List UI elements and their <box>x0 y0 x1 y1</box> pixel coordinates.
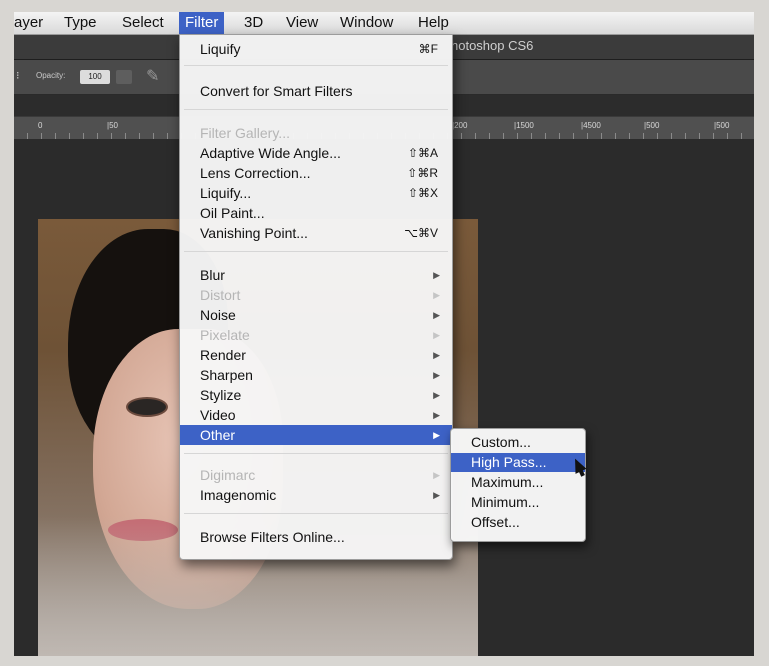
menu-item-label: Vanishing Point... <box>200 225 308 241</box>
menu-item-label: Pixelate <box>200 327 250 343</box>
menu-separator <box>184 251 448 252</box>
menu-item-blur[interactable]: Blur ▶ <box>180 265 452 285</box>
menu-item-label: Stylize <box>200 387 242 403</box>
menu-item-digimarc: Digimarc ▶ <box>180 465 452 485</box>
menu-item-label: Liquify <box>200 41 241 57</box>
menu-item-label: Other <box>200 427 236 443</box>
ruler-tick: |200 <box>452 121 468 130</box>
submenu-item-label: Minimum... <box>471 494 540 510</box>
options-arrow-icon[interactable]: ⁝ <box>16 69 20 82</box>
ruler-tick: |500 <box>714 121 730 130</box>
menu-separator <box>184 109 448 110</box>
other-submenu: Custom... High Pass... Maximum... Minimu… <box>450 428 586 542</box>
menu-item-label: Imagenomic <box>200 487 277 503</box>
menu-item-label: Browse Filters Online... <box>200 529 345 545</box>
menu-item-shortcut: ⇧⌘R <box>407 166 438 180</box>
menu-item-liquify[interactable]: Liquify... ⇧⌘X <box>180 183 452 203</box>
menu-item-imagenomic[interactable]: Imagenomic ▶ <box>180 485 452 505</box>
submenu-item-label: Offset... <box>471 514 520 530</box>
menu-item-lens-correction[interactable]: Lens Correction... ⇧⌘R <box>180 163 452 183</box>
screen: ayer Type Select Filter 3D View Window H… <box>14 12 754 656</box>
menu-item-shortcut: ⌘F <box>418 42 438 56</box>
submenu-arrow-icon: ▶ <box>433 350 440 360</box>
submenu-item-maximum[interactable]: Maximum... <box>451 473 585 492</box>
menu-item-label: Blur <box>200 267 225 283</box>
menu-item-vanishing-point[interactable]: Vanishing Point... ⌥⌘V <box>180 223 452 243</box>
submenu-arrow-icon: ▶ <box>433 410 440 420</box>
submenu-item-minimum[interactable]: Minimum... <box>451 493 585 512</box>
menu-item-other[interactable]: Other ▶ <box>180 425 452 445</box>
menu-item-shortcut: ⇧⌘X <box>407 186 438 200</box>
menu-item-label: Video <box>200 407 236 423</box>
menu-item-label: Sharpen <box>200 367 253 383</box>
submenu-item-label: Custom... <box>471 434 531 450</box>
brush-icon[interactable]: ✎ <box>146 66 159 86</box>
menu-select[interactable]: Select <box>116 12 170 34</box>
menu-3d[interactable]: 3D <box>238 12 269 34</box>
ruler-tick: |1500 <box>514 121 534 130</box>
submenu-arrow-icon: ▶ <box>433 370 440 380</box>
ruler-tick: |500 <box>644 121 660 130</box>
menu-filter[interactable]: Filter <box>179 12 225 34</box>
menu-item-label: Oil Paint... <box>200 205 265 221</box>
menu-item-last-filter[interactable]: Liquify ⌘F <box>180 39 452 59</box>
menu-item-stylize[interactable]: Stylize ▶ <box>180 385 452 405</box>
menu-item-adaptive-wide-angle[interactable]: Adaptive Wide Angle... ⇧⌘A <box>180 143 452 163</box>
submenu-item-offset[interactable]: Offset... <box>451 513 585 532</box>
menu-layer[interactable]: ayer <box>14 12 49 34</box>
menu-bar: ayer Type Select Filter 3D View Window H… <box>14 12 754 35</box>
menu-item-convert-smart-filters[interactable]: Convert for Smart Filters <box>180 81 452 101</box>
menu-item-filter-gallery: Filter Gallery... <box>180 123 452 143</box>
ruler-tick: |4500 <box>581 121 601 130</box>
menu-item-label: Filter Gallery... <box>200 125 290 141</box>
opacity-label: Opacity: <box>36 71 66 80</box>
menu-item-pixelate: Pixelate ▶ <box>180 325 452 345</box>
submenu-item-label: Maximum... <box>471 474 544 490</box>
menu-item-label: Lens Correction... <box>200 165 311 181</box>
menu-item-render[interactable]: Render ▶ <box>180 345 452 365</box>
menu-item-label: Distort <box>200 287 241 303</box>
menu-item-shortcut: ⌥⌘V <box>404 226 438 240</box>
menu-item-label: Digimarc <box>200 467 256 483</box>
menu-separator <box>184 513 448 514</box>
app-title: hotoshop CS6 <box>451 38 534 53</box>
submenu-arrow-icon: ▶ <box>433 290 440 300</box>
submenu-arrow-icon: ▶ <box>433 490 440 500</box>
menu-separator <box>184 453 448 454</box>
menu-item-label: Noise <box>200 307 236 323</box>
menu-item-sharpen[interactable]: Sharpen ▶ <box>180 365 452 385</box>
submenu-arrow-icon: ▶ <box>433 270 440 280</box>
menu-item-noise[interactable]: Noise ▶ <box>180 305 452 325</box>
submenu-arrow-icon: ▶ <box>433 390 440 400</box>
menu-item-browse-filters-online[interactable]: Browse Filters Online... <box>180 527 452 547</box>
opacity-field[interactable]: 100 <box>80 70 110 84</box>
submenu-arrow-icon: ▶ <box>433 430 440 440</box>
submenu-arrow-icon: ▶ <box>433 330 440 340</box>
menu-item-label: Render <box>200 347 246 363</box>
ruler-tick: |50 <box>107 121 118 130</box>
menu-help[interactable]: Help <box>412 12 455 34</box>
menu-view[interactable]: View <box>280 12 324 34</box>
menu-item-shortcut: ⇧⌘A <box>407 146 438 160</box>
menu-window[interactable]: Window <box>334 12 399 34</box>
submenu-item-label: High Pass... <box>471 454 547 470</box>
photo-eye <box>126 397 168 417</box>
submenu-item-custom[interactable]: Custom... <box>451 433 585 452</box>
opacity-stepper[interactable] <box>116 70 132 84</box>
menu-item-label: Adaptive Wide Angle... <box>200 145 341 161</box>
ruler-tick: 0 <box>38 121 43 130</box>
menu-item-video[interactable]: Video ▶ <box>180 405 452 425</box>
submenu-arrow-icon: ▶ <box>433 470 440 480</box>
menu-item-label: Liquify... <box>200 185 252 201</box>
menu-item-oil-paint[interactable]: Oil Paint... <box>180 203 452 223</box>
menu-type[interactable]: Type <box>58 12 103 34</box>
submenu-arrow-icon: ▶ <box>433 310 440 320</box>
menu-item-distort: Distort ▶ <box>180 285 452 305</box>
menu-item-label: Convert for Smart Filters <box>200 83 353 99</box>
menu-separator <box>184 65 448 66</box>
filter-menu: Liquify ⌘F Convert for Smart Filters Fil… <box>179 34 453 560</box>
submenu-item-high-pass[interactable]: High Pass... <box>451 453 585 472</box>
